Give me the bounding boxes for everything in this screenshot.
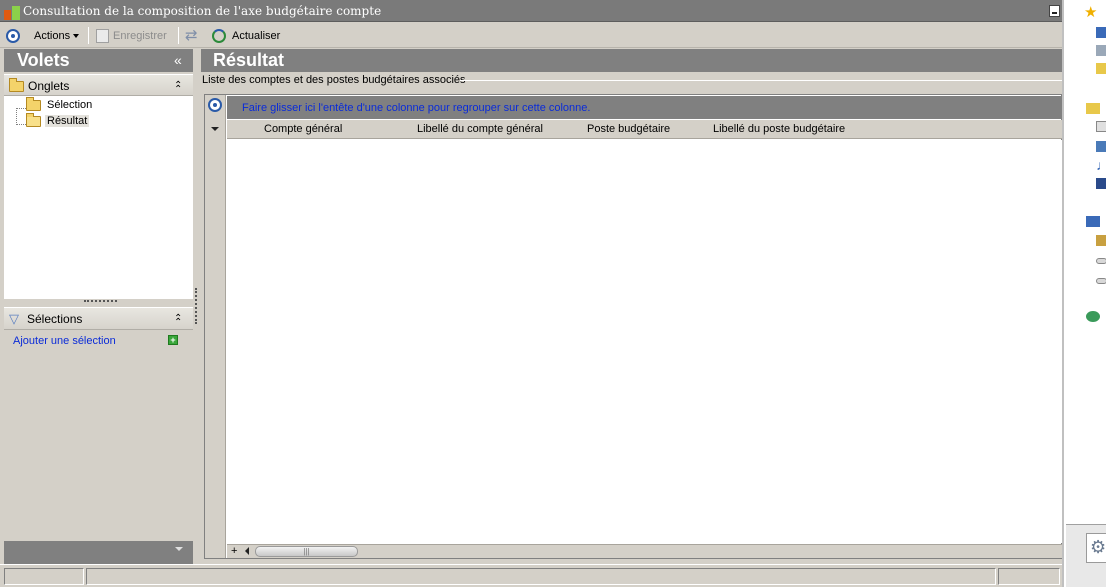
main-pane-header: Résultat bbox=[201, 49, 1062, 72]
toolbar: Actions Enregistrer ⇄ Actualiser bbox=[0, 23, 1062, 48]
data-grid[interactable]: Faire glisser ici l'entête d'une colonne… bbox=[204, 94, 1062, 559]
onglets-tree: Sélection Résultat bbox=[4, 96, 193, 299]
collapse-section-icon-lower: ⌃ bbox=[174, 84, 183, 95]
tree-line bbox=[16, 108, 26, 109]
column-header-compte-general[interactable]: Compte général bbox=[264, 123, 342, 135]
sync-button[interactable]: ⇄ bbox=[185, 26, 198, 45]
column-header-libelle-compte[interactable]: Libellé du compte général bbox=[417, 123, 543, 135]
gear-icon-button[interactable]: ⚙ bbox=[1086, 533, 1106, 563]
folder-icon bbox=[9, 78, 24, 92]
expand-icon[interactable]: + bbox=[231, 545, 237, 557]
actions-menu-button[interactable]: Actions bbox=[34, 26, 80, 45]
video-icon[interactable] bbox=[1096, 178, 1106, 189]
open-folder-icon bbox=[26, 112, 41, 127]
selections-title: Sélections bbox=[27, 312, 83, 326]
column-header-libelle-poste[interactable]: Libellé du poste budgétaire bbox=[713, 123, 845, 135]
title-bar: Consultation de la composition de l'axe … bbox=[0, 0, 1062, 22]
side-panel: ★ ♩ ⚙ bbox=[1062, 0, 1106, 587]
splitter-grip bbox=[84, 300, 117, 303]
drive-icon[interactable] bbox=[1096, 258, 1106, 264]
minimize-button[interactable] bbox=[1049, 5, 1060, 17]
picture-icon[interactable] bbox=[1096, 141, 1106, 152]
gear-icon: ⚙ bbox=[1090, 537, 1106, 557]
filter-icon: ▽ bbox=[9, 311, 19, 326]
favorites-star-icon[interactable]: ★ bbox=[1084, 3, 1097, 21]
folder-icon[interactable] bbox=[1096, 63, 1106, 74]
column-header-row: Compte général Libellé du compte général… bbox=[227, 120, 1062, 139]
horizontal-scrollbar-thumb[interactable]: ||| bbox=[255, 546, 358, 557]
window-title: Consultation de la composition de l'axe … bbox=[23, 4, 382, 18]
tree-line bbox=[16, 124, 26, 125]
add-icon[interactable]: + bbox=[168, 335, 178, 345]
app-icon bbox=[4, 4, 20, 20]
grid-body bbox=[227, 140, 1062, 543]
nav-circle-icon bbox=[6, 28, 20, 43]
side-panel-footer: ⚙ bbox=[1066, 524, 1106, 587]
status-cell bbox=[998, 568, 1060, 585]
sync-icon: ⇄ bbox=[185, 27, 198, 44]
save-label: Enregistrer bbox=[113, 29, 167, 42]
refresh-label: Actualiser bbox=[232, 29, 281, 42]
onglets-section-header[interactable]: Onglets ⌃ ⌃ bbox=[4, 74, 193, 96]
save-button[interactable]: Enregistrer bbox=[96, 26, 167, 45]
document-icon[interactable] bbox=[1096, 121, 1106, 132]
toolbar-nav-icon[interactable] bbox=[6, 26, 20, 45]
toolbar-separator bbox=[88, 27, 89, 44]
filter-dropdown-icon[interactable] bbox=[211, 127, 219, 131]
dropdown-arrow-icon bbox=[73, 33, 80, 38]
folder-icon[interactable] bbox=[1086, 103, 1100, 114]
music-icon[interactable]: ♩ bbox=[1096, 157, 1106, 173]
status-cell bbox=[86, 568, 996, 585]
network-icon[interactable] bbox=[1096, 45, 1106, 56]
tree-item-label: Résultat bbox=[45, 115, 90, 127]
refresh-icon bbox=[212, 28, 226, 43]
grid-footer: + ||| bbox=[227, 544, 1062, 558]
folder-icon bbox=[26, 96, 41, 111]
page-title: Résultat bbox=[213, 50, 285, 70]
tree-item-selection[interactable]: Sélection bbox=[26, 96, 94, 111]
status-cell bbox=[4, 568, 84, 585]
actions-label: Actions bbox=[34, 29, 71, 42]
tree-item-label: Sélection bbox=[47, 99, 93, 111]
selections-section-header[interactable]: ▽ Sélections ⌃ ⌃ bbox=[4, 307, 193, 330]
left-pane-title: Volets bbox=[17, 50, 70, 70]
selections-panel: Ajouter une sélection + bbox=[4, 330, 193, 540]
tree-item-resultat[interactable]: Résultat bbox=[26, 112, 90, 127]
refresh-button[interactable]: Actualiser bbox=[212, 26, 280, 45]
groupbox-divider bbox=[460, 80, 1062, 81]
vertical-splitter[interactable] bbox=[195, 288, 198, 324]
globe-icon[interactable] bbox=[1086, 311, 1100, 322]
computer-icon[interactable] bbox=[1086, 216, 1100, 227]
left-pane-footer[interactable] bbox=[4, 541, 193, 564]
pane-splitter[interactable] bbox=[4, 299, 193, 306]
group-by-area[interactable]: Faire glisser ici l'entête d'une colonne… bbox=[227, 96, 1062, 119]
status-bar bbox=[0, 564, 1062, 587]
add-selection-link[interactable]: Ajouter une sélection bbox=[13, 335, 116, 347]
users-icon[interactable] bbox=[1096, 235, 1106, 246]
save-icon bbox=[96, 28, 109, 43]
grid-settings-icon[interactable] bbox=[208, 98, 222, 112]
grid-row-selector-column bbox=[205, 95, 226, 558]
chevron-down-icon bbox=[175, 547, 183, 551]
onglets-title: Onglets bbox=[28, 79, 70, 93]
collapse-section-icon-lower: ⌃ bbox=[174, 317, 183, 328]
tree-line bbox=[16, 108, 17, 125]
group-by-hint: Faire glisser ici l'entête d'une colonne… bbox=[242, 102, 591, 114]
toolbar-separator bbox=[178, 27, 179, 44]
groupbox-label: Liste des comptes et des postes budgétai… bbox=[202, 74, 468, 86]
column-header-poste-budgetaire[interactable]: Poste budgétaire bbox=[587, 123, 670, 135]
left-pane-header: Volets « bbox=[4, 49, 193, 72]
drive-icon[interactable] bbox=[1096, 278, 1106, 284]
scroll-left-icon[interactable] bbox=[245, 547, 249, 555]
computer-icon[interactable] bbox=[1096, 27, 1106, 38]
collapse-pane-icon[interactable]: « bbox=[174, 52, 182, 68]
